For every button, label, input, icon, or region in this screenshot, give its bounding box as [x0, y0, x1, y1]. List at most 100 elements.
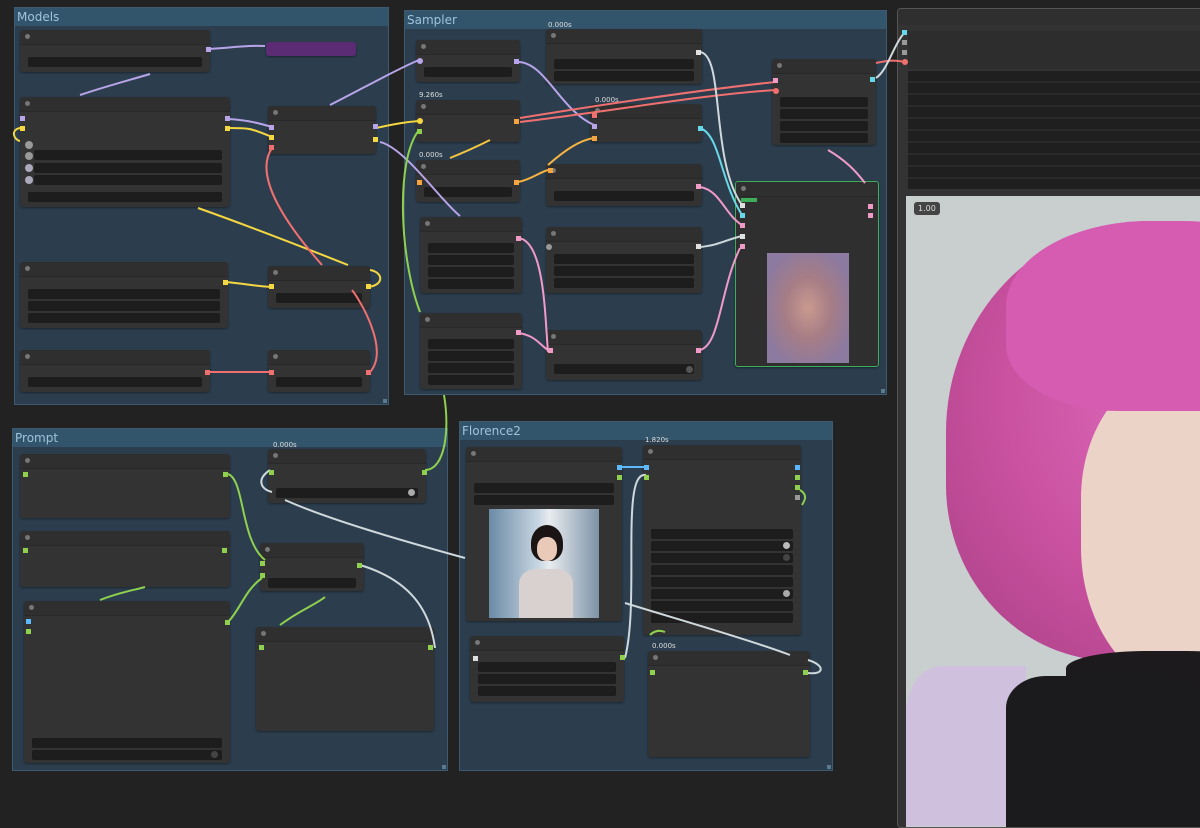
node-sampler-a[interactable]	[416, 40, 520, 82]
node-header[interactable]	[416, 100, 520, 115]
node-header[interactable]	[268, 106, 376, 121]
node-florence-run[interactable]	[643, 445, 801, 635]
node-header[interactable]	[268, 266, 370, 281]
node-widget[interactable]	[478, 686, 616, 696]
node-widget[interactable]	[34, 175, 222, 185]
node-widget[interactable]	[478, 662, 616, 672]
node-widget[interactable]	[780, 109, 868, 119]
node-widget[interactable]	[780, 97, 868, 107]
node-header[interactable]	[420, 217, 522, 232]
node-header[interactable]	[546, 330, 702, 345]
node-widget[interactable]	[554, 254, 694, 264]
node-widget[interactable]	[428, 255, 514, 265]
toggle-knob[interactable]	[783, 590, 790, 597]
node-latent[interactable]	[420, 217, 522, 293]
group-resize-handle[interactable]	[442, 765, 446, 769]
node-clip-route[interactable]	[268, 350, 370, 392]
node-header[interactable]	[260, 543, 364, 558]
node-guider[interactable]	[590, 104, 702, 142]
node-florence-loader[interactable]	[470, 636, 624, 702]
node-widget[interactable]	[478, 674, 616, 684]
node-header[interactable]	[772, 59, 876, 74]
group-resize-handle[interactable]	[383, 399, 387, 403]
node-widget[interactable]	[554, 59, 694, 69]
node-prompt-positive[interactable]	[20, 454, 230, 518]
node-vae-decode[interactable]	[772, 59, 876, 145]
toggle-knob[interactable]	[783, 542, 790, 549]
node-header[interactable]	[420, 313, 522, 328]
node-widget[interactable]	[276, 488, 418, 498]
node-header[interactable]	[590, 104, 702, 119]
node-widget[interactable]	[424, 187, 512, 197]
node-header[interactable]	[736, 182, 878, 197]
save-widget-row[interactable]	[908, 31, 1200, 69]
node-caption-output[interactable]	[648, 651, 810, 757]
toggle-knob[interactable]	[686, 366, 693, 373]
node-header[interactable]	[546, 29, 702, 44]
node-scheduler[interactable]	[546, 29, 702, 84]
save-widget-list[interactable]	[908, 71, 1200, 189]
node-widget[interactable]	[32, 738, 222, 748]
node-ksampler[interactable]	[416, 100, 520, 142]
node-widget[interactable]	[554, 71, 694, 81]
node-widget[interactable]	[28, 313, 220, 323]
node-widget[interactable]	[424, 67, 512, 77]
node-widget[interactable]	[428, 375, 514, 385]
node-widget[interactable]	[28, 192, 222, 202]
node-widget[interactable]	[428, 351, 514, 361]
node-widget[interactable]	[651, 529, 793, 539]
node-widget[interactable]	[651, 589, 793, 599]
node-header[interactable]	[20, 531, 230, 546]
toggle-knob[interactable]	[25, 176, 33, 184]
node-widget[interactable]	[780, 133, 868, 143]
node-widget[interactable]	[651, 553, 793, 563]
node-widget[interactable]	[651, 601, 793, 611]
node-header[interactable]	[643, 445, 801, 460]
node-load-image[interactable]	[466, 447, 622, 621]
node-widget[interactable]	[28, 289, 220, 299]
node-model-loader[interactable]	[20, 97, 230, 207]
node-widget[interactable]	[428, 267, 514, 277]
node-header[interactable]	[20, 350, 210, 365]
node-widget[interactable]	[28, 57, 202, 67]
node-widget[interactable]	[34, 150, 222, 160]
node-widget[interactable]	[651, 541, 793, 551]
node-widget[interactable]	[780, 121, 868, 131]
node-vae-route[interactable]	[268, 266, 370, 308]
node-save-image[interactable]: 1.00	[897, 8, 1200, 828]
node-widget[interactable]	[651, 577, 793, 587]
node-header[interactable]	[470, 636, 624, 651]
node-widget[interactable]	[554, 191, 694, 201]
node-header[interactable]	[546, 164, 702, 179]
node-widget[interactable]	[554, 364, 694, 374]
node-clip-encode[interactable]	[260, 543, 364, 591]
node-widget[interactable]	[474, 483, 614, 493]
node-widget[interactable]	[268, 578, 356, 588]
node-widget[interactable]	[474, 495, 614, 505]
node-widget[interactable]	[428, 279, 514, 289]
node-preview-image[interactable]	[735, 181, 879, 367]
node-widget[interactable]	[34, 163, 222, 173]
node-widget[interactable]	[554, 278, 694, 288]
node-checkpoint-loader[interactable]	[20, 30, 210, 72]
node-widget[interactable]	[28, 301, 220, 311]
toggle-knob[interactable]	[25, 141, 33, 149]
node-header[interactable]	[268, 350, 370, 365]
node-widget[interactable]	[651, 613, 793, 623]
group-resize-handle[interactable]	[827, 765, 831, 769]
node-header[interactable]	[648, 651, 810, 666]
node-image-size[interactable]	[420, 313, 522, 389]
node-header[interactable]	[268, 449, 426, 464]
node-widget[interactable]	[428, 339, 514, 349]
node-header[interactable]	[20, 262, 228, 277]
node-widget[interactable]	[32, 750, 222, 760]
toggle-knob[interactable]	[25, 164, 33, 172]
node-show-text[interactable]	[256, 627, 434, 731]
node-header[interactable]	[466, 447, 622, 462]
node-widget[interactable]	[428, 243, 514, 253]
node-header[interactable]	[256, 627, 434, 642]
toggle-knob[interactable]	[25, 152, 33, 160]
node-widget[interactable]	[276, 293, 362, 303]
node-header[interactable]	[898, 9, 1200, 25]
node-text-concat[interactable]	[268, 449, 426, 503]
